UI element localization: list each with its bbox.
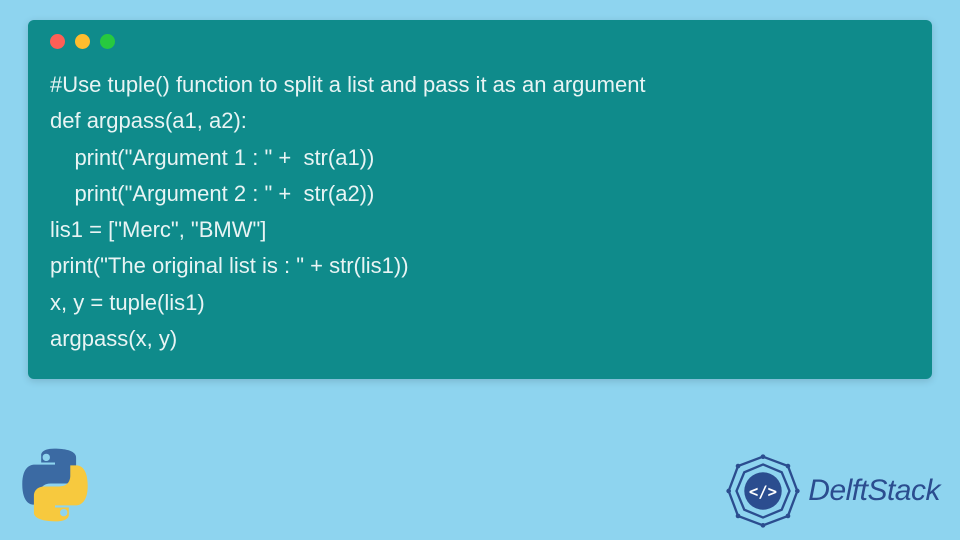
window-controls (50, 34, 910, 49)
close-dot (50, 34, 65, 49)
delftstack-brand: </> DelftStack (724, 452, 940, 530)
python-logo-icon (15, 445, 95, 530)
maximize-dot (100, 34, 115, 49)
svg-text:</>: </> (749, 483, 777, 501)
footer: </> DelftStack (0, 430, 960, 540)
code-block: #Use tuple() function to split a list an… (50, 67, 910, 357)
brand-name: DelftStack (808, 474, 940, 508)
code-window: #Use tuple() function to split a list an… (28, 20, 932, 379)
delftstack-logo-icon: </> (724, 452, 802, 530)
minimize-dot (75, 34, 90, 49)
